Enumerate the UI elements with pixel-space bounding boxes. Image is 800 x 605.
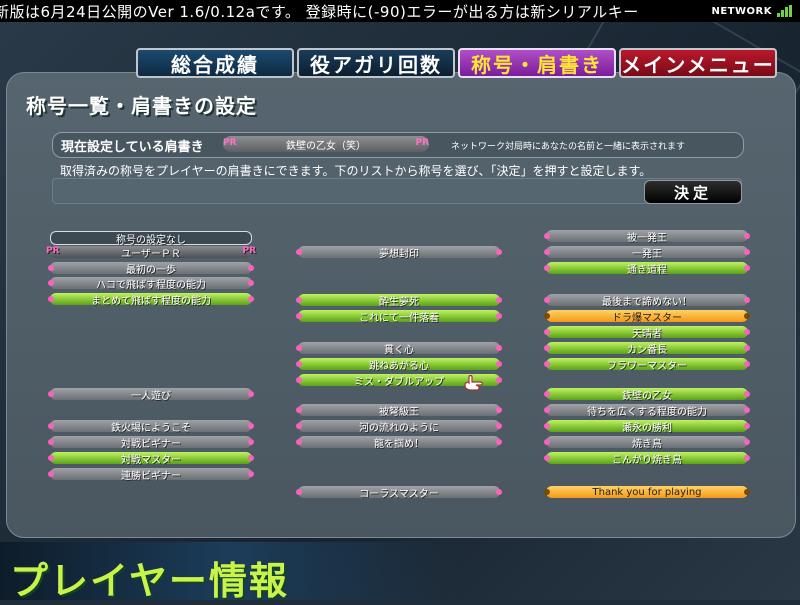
decide-button[interactable]: 決定 [644, 180, 742, 204]
pr-right-mark: PR [415, 138, 429, 148]
current-title-box: 現在設定している肩書き PR 鉄壁の乙女（笑） PR ネットワーク対局時にあなた… [52, 132, 744, 158]
ticker-text: 新版は6月24日公開のVer 1.6/0.12aです。 登録時に(-90)エラー… [0, 3, 639, 21]
title-item-label: 連勝ビギナー [121, 470, 181, 482]
title-item[interactable]: ユーザーＰＲ PR PR [46, 246, 256, 260]
title-item-label: 一人遊び [131, 390, 171, 402]
title-item[interactable]: これにて一件落着 [296, 310, 502, 324]
title-item[interactable]: 一発王 [544, 246, 750, 260]
network-status: NETWORK [705, 3, 792, 19]
title-item-label: 通き道程 [627, 264, 667, 276]
title-item-label: ハコで飛ばす程度の能力 [96, 279, 206, 291]
news-ticker: 新版は6月24日公開のVer 1.6/0.12aです。 登録時に(-90)エラー… [0, 0, 800, 22]
title-item[interactable]: 瀬永の勝利 [544, 420, 750, 434]
title-item-label: 夢想封印 [379, 248, 419, 260]
title-item-label: 鉄火場にようこそ [111, 422, 191, 434]
current-title-note: ネットワーク対局時にあなたの名前と一緒に表示されます [451, 142, 686, 152]
pr-left-mark: PR [223, 138, 237, 148]
title-item[interactable]: 龍を掴め！ [296, 436, 502, 450]
title-item[interactable]: 焼き鳥 [544, 436, 750, 450]
title-item[interactable]: 跳ねあがる心 [296, 358, 502, 372]
title-item[interactable]: 一人遊び [48, 388, 254, 402]
title-item-label: これにて一件落着 [359, 312, 439, 324]
title-item-label: ミス・ダブルアップ [354, 376, 444, 388]
main-tabs: 総合成績 役アガリ回数 称号・肩書き メインメニュー [136, 48, 777, 78]
title-item[interactable]: 被一発王 [544, 230, 750, 244]
footer-title: プレイヤー情報 [10, 559, 289, 603]
tab-agari-count[interactable]: 役アガリ回数 [297, 48, 455, 78]
title-item-label: 鉄壁の乙女 [622, 390, 672, 402]
title-item[interactable]: 河の流れのように [296, 420, 502, 434]
selection-bar [52, 178, 742, 204]
title-item-label: フラワーマスター [607, 360, 687, 372]
title-item-label: ドラ爆マスター [612, 312, 682, 324]
title-item-label: 天晴者 [632, 328, 662, 340]
title-item[interactable]: Thank you for playing [544, 486, 750, 498]
title-item[interactable]: フラワーマスター [544, 358, 750, 372]
title-item-label: 被弩級王 [379, 406, 419, 418]
title-item[interactable]: 鉄壁の乙女 [544, 388, 750, 402]
title-item-label: 酔生夢死 [379, 296, 419, 308]
title-item-label: 焼き鳥 [632, 438, 662, 450]
title-item[interactable]: 連勝ビギナー [48, 468, 254, 482]
title-item-label: 貫く心 [384, 344, 414, 356]
signal-icon [777, 5, 792, 17]
title-item[interactable]: 対戦マスター [48, 452, 254, 466]
title-item-label: 跳ねあがる心 [369, 360, 429, 372]
title-item-label: 最初の一歩 [126, 264, 176, 276]
title-item-label: 河の流れのように [359, 422, 439, 434]
title-item[interactable]: カン番長 [544, 342, 750, 356]
title-item[interactable]: 被弩級王 [296, 404, 502, 418]
title-item[interactable]: こんがり焼き鳥 [544, 452, 750, 466]
title-item[interactable]: ドラ爆マスター [544, 310, 750, 324]
page-title: 称号一覧・肩書きの設定 [26, 94, 257, 118]
title-item[interactable]: 称号の設定なし [50, 231, 252, 246]
title-item[interactable]: ハコで飛ばす程度の能力 [48, 277, 254, 291]
pr-right-mark: PR [242, 246, 256, 256]
title-item-label: Thank you for playing [592, 486, 702, 498]
title-item[interactable]: 夢想封印 [296, 246, 502, 260]
title-item-label: 最後まで諦めない！ [602, 296, 692, 308]
title-item-label: まとめて飛ばす程度の能力 [91, 295, 211, 307]
current-title-plate: PR 鉄壁の乙女（笑） PR [223, 136, 429, 152]
title-item-label: 対戦マスター [121, 454, 181, 466]
title-item-label: こんがり焼き鳥 [612, 454, 682, 466]
pr-left-mark: PR [46, 246, 60, 256]
title-item-label: 対戦ビギナー [121, 438, 181, 450]
title-item[interactable]: まとめて飛ばす程度の能力 [48, 293, 254, 307]
title-item-label: 一発王 [632, 248, 662, 260]
title-item[interactable]: 最初の一歩 [48, 262, 254, 276]
tab-titles[interactable]: 称号・肩書き [458, 48, 616, 78]
title-item-label: ユーザーＰＲ [121, 248, 181, 260]
title-item[interactable]: 鉄火場にようこそ [48, 420, 254, 434]
title-item[interactable]: 通き道程 [544, 262, 750, 276]
title-item[interactable]: 貫く心 [296, 342, 502, 356]
title-item-label: 称号の設定なし [116, 234, 186, 246]
title-item-label: 被一発王 [627, 232, 667, 244]
title-item[interactable]: コーラスマスター [296, 486, 502, 500]
hand-cursor-icon [464, 374, 483, 391]
title-item[interactable]: 酔生夢死 [296, 294, 502, 308]
instruction-text: 取得済みの称号をプレイヤーの肩書きにできます。下のリストから称号を選び、「決定」… [60, 164, 652, 178]
current-title-label: 現在設定している肩書き [61, 139, 204, 155]
title-item[interactable]: 最後まで諦めない！ [544, 294, 750, 308]
tab-main-menu[interactable]: メインメニュー [619, 48, 777, 78]
tab-total-results[interactable]: 総合成績 [136, 48, 294, 78]
title-item-label: 龍を掴め！ [374, 438, 424, 450]
title-item[interactable]: 天晴者 [544, 326, 750, 340]
title-item-label: コーラスマスター [359, 488, 439, 500]
title-item-label: 瀬永の勝利 [622, 422, 672, 434]
title-item-label: カン番長 [627, 344, 667, 356]
title-item-label: 待ちを広くする程度の能力 [587, 406, 707, 418]
network-label: NETWORK [711, 5, 772, 17]
footer: プレイヤー情報 [0, 542, 800, 603]
title-item[interactable]: 対戦ビギナー [48, 436, 254, 450]
current-title-value: 鉄壁の乙女（笑） [286, 140, 366, 152]
title-item[interactable]: 待ちを広くする程度の能力 [544, 404, 750, 418]
